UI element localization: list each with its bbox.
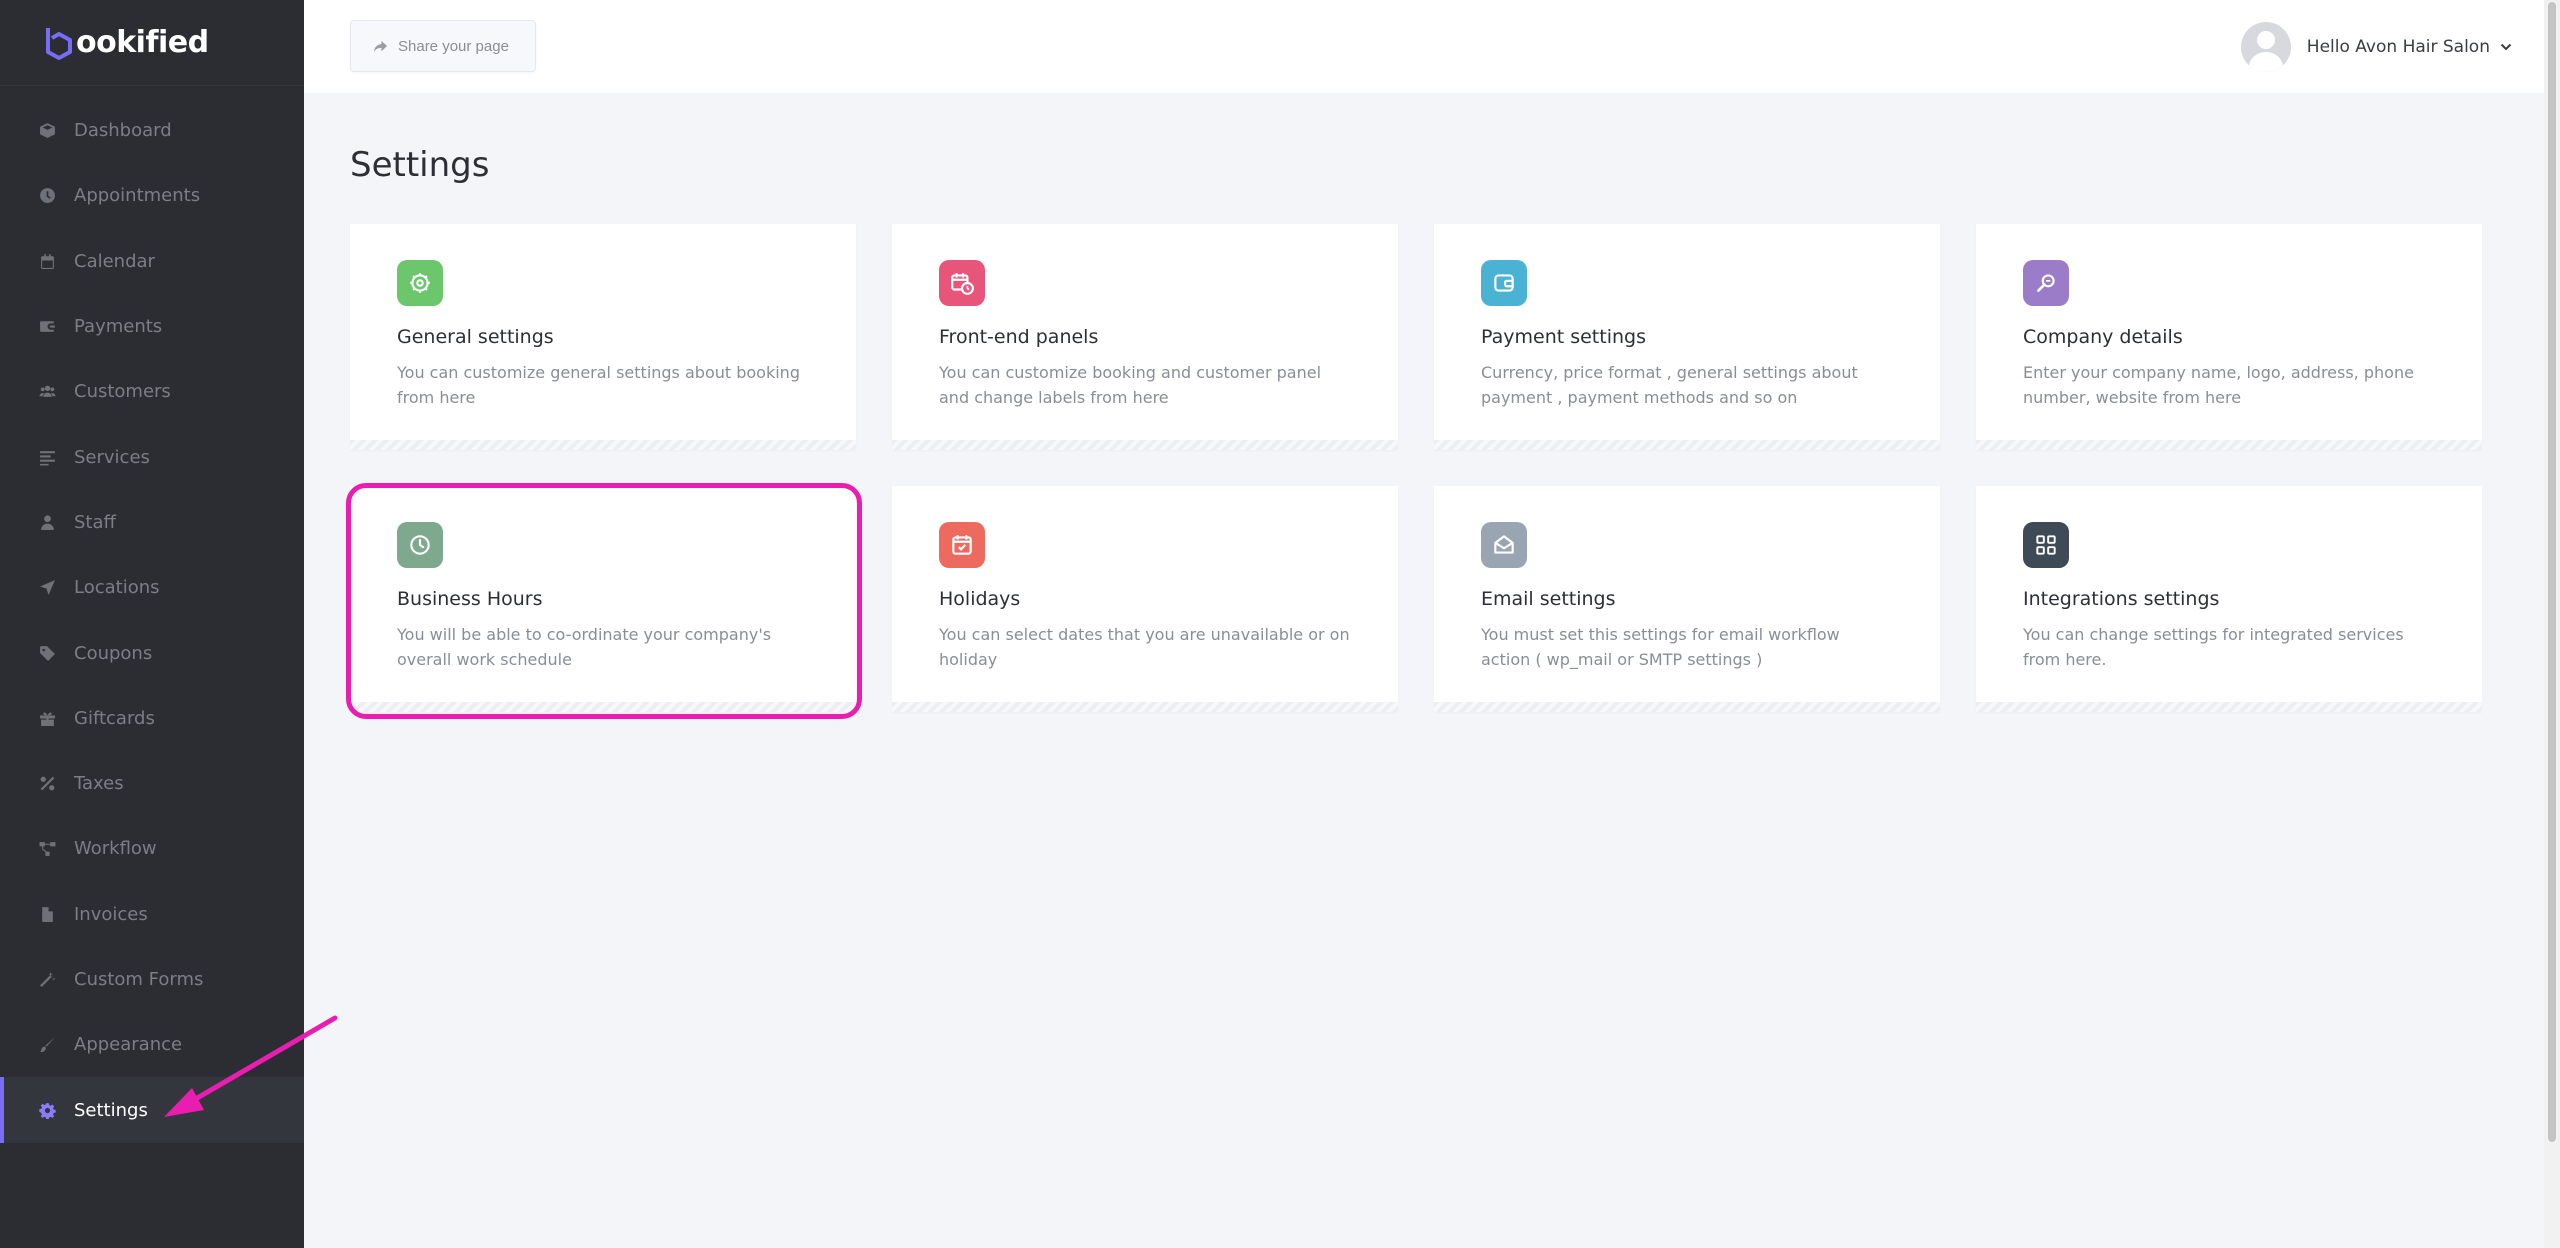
settings-card-email[interactable]: Email settings You must set this setting… <box>1434 486 1940 712</box>
card-description: You will be able to co-ordinate your com… <box>397 625 772 669</box>
sidebar-item-label: Giftcards <box>74 707 155 729</box>
brush-icon <box>38 1036 56 1054</box>
user-greeting: Hello Avon Hair Salon <box>2306 37 2490 57</box>
settings-card-holidays[interactable]: Holidays You can select dates that you a… <box>892 486 1398 712</box>
sidebar-item-settings[interactable]: Settings <box>0 1077 304 1144</box>
gear-icon <box>397 260 443 306</box>
sidebar-item-invoices[interactable]: Invoices <box>0 882 304 947</box>
brand-logo[interactable]: ookified <box>0 0 304 86</box>
sidebar-item-label: Appointments <box>74 185 201 207</box>
scrollbar-thumb[interactable] <box>2548 2 2556 1142</box>
settings-card-company-details[interactable]: Company details Enter your company name,… <box>1976 224 2482 450</box>
card-description: You can customize booking and customer p… <box>939 363 1322 407</box>
sidebar-item-appointments[interactable]: Appointments <box>0 163 304 228</box>
sidebar-item-label: Taxes <box>74 773 124 795</box>
wallet-icon <box>1481 260 1527 306</box>
settings-card-business-hours[interactable]: Business Hours You will be able to co-or… <box>350 486 856 712</box>
clock-icon <box>397 522 443 568</box>
sidebar-item-label: Customers <box>74 381 171 403</box>
sidebar-menu: Dashboard Appointments Calendar Payments… <box>0 98 304 1144</box>
sidebar-item-locations[interactable]: Locations <box>0 555 304 620</box>
card-title: General settings <box>397 326 554 348</box>
card-description: You must set this settings for email wor… <box>1481 625 1840 669</box>
sidebar-item-services[interactable]: Services <box>0 424 304 489</box>
tag-icon <box>38 644 56 662</box>
brand-logo-text: ookified <box>76 25 209 60</box>
sidebar-item-label: Dashboard <box>74 120 172 142</box>
sidebar-item-label: Workflow <box>74 838 157 860</box>
logo-b-icon <box>46 27 72 60</box>
page-title: Settings <box>350 145 490 185</box>
card-description: You can customize general settings about… <box>397 363 800 407</box>
sidebar-item-label: Payments <box>74 316 163 338</box>
gear-icon <box>38 1101 56 1119</box>
sidebar: ookified Dashboard Appointments Calendar… <box>0 0 304 1248</box>
sidebar-item-label: Locations <box>74 577 160 599</box>
settings-card-integrations[interactable]: Integrations settings You can change set… <box>1976 486 2482 712</box>
share-icon <box>373 40 388 52</box>
avatar <box>2240 22 2291 72</box>
settings-card-front-end-panels[interactable]: Front-end panels You can customize booki… <box>892 224 1398 450</box>
card-title: Front-end panels <box>939 326 1099 348</box>
card-title: Email settings <box>1481 588 1616 610</box>
percent-icon <box>38 775 56 793</box>
calendar-icon <box>38 252 56 270</box>
chevron-down-icon <box>2500 43 2512 51</box>
sidebar-item-workflow[interactable]: Workflow <box>0 816 304 881</box>
users-icon <box>38 383 56 401</box>
sidebar-item-label: Invoices <box>74 903 148 925</box>
sidebar-item-label: Calendar <box>74 250 155 272</box>
card-title: Integrations settings <box>2023 588 2220 610</box>
magic-wand-icon <box>38 971 56 989</box>
sidebar-item-staff[interactable]: Staff <box>0 490 304 555</box>
card-title: Holidays <box>939 588 1021 610</box>
card-title: Business Hours <box>397 588 543 610</box>
file-icon <box>38 905 56 923</box>
topbar: Share your page Hello Avon Hair Salon <box>304 0 2544 93</box>
clock-icon <box>38 187 56 205</box>
card-description: You can change settings for integrated s… <box>2023 625 2404 669</box>
page-scrollbar[interactable] <box>2544 0 2560 1248</box>
puzzle-grid-icon <box>2023 522 2069 568</box>
sidebar-item-custom-forms[interactable]: Custom Forms <box>0 947 304 1012</box>
card-title: Payment settings <box>1481 326 1646 348</box>
location-arrow-icon <box>38 579 56 597</box>
share-page-label: Share your page <box>398 37 509 55</box>
sidebar-item-label: Coupons <box>74 642 153 664</box>
user-icon <box>38 513 56 531</box>
settings-cards-grid: General settings You can customize gener… <box>350 224 2482 712</box>
sidebar-item-calendar[interactable]: Calendar <box>0 229 304 294</box>
sidebar-item-coupons[interactable]: Coupons <box>0 620 304 685</box>
envelope-open-icon <box>1481 522 1527 568</box>
share-page-button[interactable]: Share your page <box>350 20 536 72</box>
gift-icon <box>38 709 56 727</box>
list-icon <box>38 448 56 466</box>
sidebar-item-payments[interactable]: Payments <box>0 294 304 359</box>
sidebar-item-label: Custom Forms <box>74 969 204 990</box>
sidebar-item-label: Settings <box>74 1099 148 1121</box>
card-description: Enter your company name, logo, address, … <box>2023 363 2414 407</box>
sidebar-item-appearance[interactable]: Appearance <box>0 1012 304 1077</box>
sidebar-item-label: Appearance <box>74 1034 183 1056</box>
cube-icon <box>38 122 56 140</box>
sidebar-item-dashboard[interactable]: Dashboard <box>0 98 304 163</box>
sidebar-item-label: Services <box>74 446 150 468</box>
card-title: Company details <box>2023 326 2183 348</box>
calendar-check-icon <box>939 522 985 568</box>
magnifier-icon <box>2023 260 2069 306</box>
user-menu[interactable]: Hello Avon Hair Salon <box>2240 22 2512 72</box>
sidebar-item-taxes[interactable]: Taxes <box>0 751 304 816</box>
sidebar-item-giftcards[interactable]: Giftcards <box>0 686 304 751</box>
calendar-clock-icon <box>939 260 985 306</box>
sidebar-item-label: Staff <box>74 511 116 533</box>
settings-card-payment[interactable]: Payment settings Currency, price format … <box>1434 224 1940 450</box>
card-description: Currency, price format , general setting… <box>1481 363 1858 407</box>
settings-card-general[interactable]: General settings You can customize gener… <box>350 224 856 450</box>
workflow-icon <box>38 840 56 858</box>
main-content: Settings General settings You can custom… <box>304 93 2544 1248</box>
card-description: You can select dates that you are unavai… <box>939 625 1350 669</box>
sidebar-item-customers[interactable]: Customers <box>0 359 304 424</box>
wallet-icon <box>38 318 56 336</box>
